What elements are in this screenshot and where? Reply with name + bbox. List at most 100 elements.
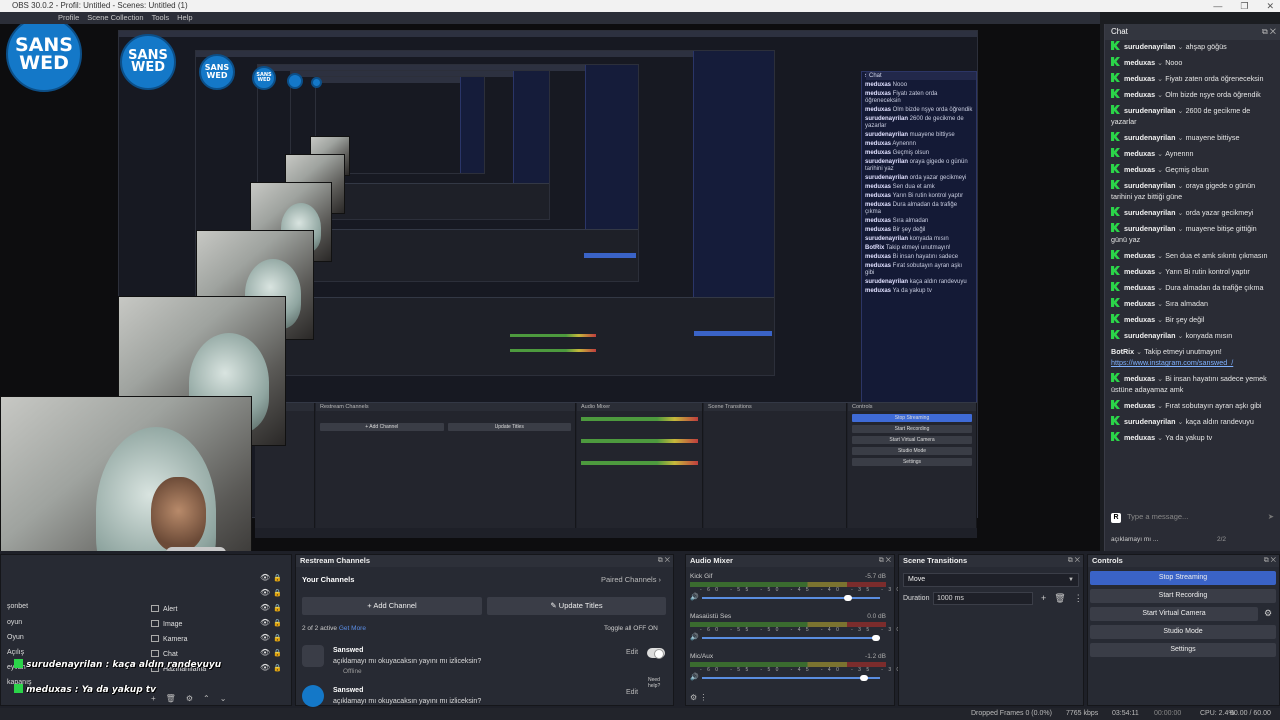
- duration-input[interactable]: 1000 ms: [933, 592, 1033, 605]
- studio-mode-button[interactable]: Studio Mode: [1090, 625, 1276, 639]
- chat-username[interactable]: meduxas: [1124, 283, 1155, 292]
- volume-slider[interactable]: [702, 597, 880, 599]
- source-item[interactable]: Alert: [151, 605, 177, 613]
- lock-icon[interactable]: 🔒: [273, 649, 282, 657]
- chat-username[interactable]: BotRix: [1111, 347, 1134, 356]
- remove-transition-icon[interactable]: 🗑: [1054, 593, 1065, 604]
- toggle-all[interactable]: Toggle all OFF ON: [604, 625, 658, 632]
- channel-toggle[interactable]: [647, 648, 665, 659]
- scene-item[interactable]: şonbet: [7, 603, 28, 610]
- speaker-icon[interactable]: 🔊: [690, 593, 699, 601]
- chat-footer-page: 2/2: [1217, 536, 1227, 543]
- chat-username[interactable]: surudenayrilan: [1124, 181, 1176, 190]
- preview-canvas[interactable]: Chat surudenayrilan ahşap göğüs meduxas …: [0, 24, 1100, 551]
- chat-username[interactable]: surudenayrilan: [1124, 331, 1176, 340]
- send-icon[interactable]: ➤: [1268, 511, 1274, 523]
- lock-icon[interactable]: 🔒: [273, 664, 282, 672]
- menu-profile[interactable]: Profile: [58, 12, 79, 24]
- controls-panel: Controls ⧉ ✕ Stop Streaming Start Recordi…: [1087, 554, 1280, 706]
- add-channel-button[interactable]: + Add Channel: [302, 597, 482, 615]
- channel-edit-button[interactable]: Edit: [626, 649, 638, 656]
- remove-source-icon[interactable]: 🗑: [166, 694, 176, 703]
- lock-icon[interactable]: 🔒: [273, 634, 282, 642]
- lock-icon[interactable]: 🔒: [273, 589, 282, 597]
- source-item[interactable]: Kamera: [151, 635, 188, 643]
- panel-controls[interactable]: ⧉ ✕: [879, 555, 891, 567]
- close-button[interactable]: ✕: [1266, 0, 1274, 12]
- channel-edit-button[interactable]: Edit: [626, 689, 638, 696]
- add-transition-icon[interactable]: +: [1041, 593, 1046, 604]
- menu-help[interactable]: Help: [177, 12, 192, 24]
- eye-icon[interactable]: 👁: [260, 603, 270, 612]
- chat-username[interactable]: surudenayrilan: [1124, 208, 1176, 217]
- start-virtual-camera-button[interactable]: Start Virtual Camera: [1090, 607, 1258, 621]
- chat-username[interactable]: meduxas: [1124, 374, 1155, 383]
- source-settings-icon[interactable]: ⚙: [186, 694, 193, 703]
- eye-icon[interactable]: 👁: [260, 573, 270, 582]
- panel-controls[interactable]: ⧉ ✕: [1068, 555, 1080, 567]
- more-icon[interactable]: ⋮: [1074, 593, 1083, 604]
- volume-slider-knob[interactable]: [872, 635, 880, 641]
- chat-username[interactable]: meduxas: [1124, 58, 1155, 67]
- chat-username[interactable]: surudenayrilan: [1124, 133, 1176, 142]
- move-up-icon[interactable]: ⌃: [203, 694, 210, 703]
- move-down-icon[interactable]: ⌄: [220, 694, 227, 703]
- chat-username[interactable]: meduxas: [1124, 90, 1155, 99]
- eye-icon[interactable]: 👁: [260, 648, 270, 657]
- kick-icon: [1111, 164, 1120, 173]
- chat-username[interactable]: surudenayrilan: [1124, 224, 1176, 233]
- add-source-icon[interactable]: +: [151, 694, 156, 703]
- chat-username[interactable]: surudenayrilan: [1124, 106, 1176, 115]
- chat-username[interactable]: meduxas: [1124, 299, 1155, 308]
- chat-username[interactable]: surudenayrilan: [1124, 42, 1176, 51]
- chat-username[interactable]: meduxas: [1124, 315, 1155, 324]
- scene-item[interactable]: Oyun: [7, 634, 24, 641]
- paired-channels-link[interactable]: Paired Channels ›: [601, 575, 661, 584]
- maximize-button[interactable]: ❐: [1240, 0, 1248, 12]
- eye-icon[interactable]: 👁: [260, 588, 270, 597]
- chat-link[interactable]: https://www.instagram.com/sanswed_/: [1111, 358, 1233, 367]
- update-titles-button[interactable]: ✎ Update Titles: [487, 597, 666, 615]
- menu-tools[interactable]: Tools: [152, 12, 170, 24]
- chat-username[interactable]: meduxas: [1124, 433, 1155, 442]
- chat-username[interactable]: meduxas: [1124, 74, 1155, 83]
- menu-scene-collection[interactable]: Scene Collection: [87, 12, 143, 24]
- lock-icon[interactable]: 🔒: [273, 604, 282, 612]
- speaker-icon[interactable]: 🔊: [690, 633, 699, 641]
- chat-header: Chat ⧉ ✕: [1105, 24, 1280, 40]
- chat-input[interactable]: R Type a message... ➤: [1111, 511, 1274, 523]
- lock-icon[interactable]: 🔒: [273, 619, 282, 627]
- chat-username[interactable]: meduxas: [1124, 267, 1155, 276]
- chat-dock-controls[interactable]: ⧉ ✕: [1262, 24, 1276, 40]
- source-item[interactable]: Chat: [151, 650, 178, 658]
- need-help-button[interactable]: Need help?: [648, 677, 668, 689]
- volume-slider-knob[interactable]: [859, 675, 868, 681]
- settings-button[interactable]: Settings: [1090, 643, 1276, 657]
- eye-icon[interactable]: 👁: [260, 618, 270, 627]
- eye-icon[interactable]: 👁: [260, 663, 270, 672]
- eye-icon[interactable]: 👁: [260, 633, 270, 642]
- scene-item[interactable]: oyun: [7, 619, 22, 626]
- speaker-icon[interactable]: 🔊: [690, 673, 699, 681]
- chat-message: meduxas ⌄ Ya da yakup tv: [1111, 432, 1274, 443]
- transition-select[interactable]: Move ▼: [903, 573, 1079, 587]
- chat-username[interactable]: meduxas: [1124, 165, 1155, 174]
- start-recording-button[interactable]: Start Recording: [1090, 589, 1276, 603]
- audio-settings-icon[interactable]: ⚙ ⋮: [690, 693, 707, 702]
- chat-username[interactable]: surudenayrilan: [1124, 417, 1176, 426]
- chat-username[interactable]: meduxas: [1124, 251, 1155, 260]
- lock-icon[interactable]: 🔒: [273, 574, 282, 582]
- panel-controls[interactable]: ⧉ ✕: [1264, 555, 1276, 567]
- stop-streaming-button[interactable]: Stop Streaming: [1090, 571, 1276, 585]
- virtual-camera-settings-icon[interactable]: ⚙: [1264, 608, 1272, 619]
- minimize-button[interactable]: —: [1213, 0, 1222, 12]
- scene-item[interactable]: Açılış: [7, 649, 24, 656]
- volume-slider-knob[interactable]: [843, 595, 852, 601]
- panel-controls[interactable]: ⧉ ✕: [658, 555, 670, 567]
- volume-slider[interactable]: [702, 637, 880, 639]
- chat-username[interactable]: meduxas: [1124, 401, 1155, 410]
- get-more-link[interactable]: Get More: [339, 625, 366, 632]
- volume-slider[interactable]: [702, 677, 880, 679]
- source-item[interactable]: Image: [151, 620, 182, 628]
- chat-username[interactable]: meduxas: [1124, 149, 1155, 158]
